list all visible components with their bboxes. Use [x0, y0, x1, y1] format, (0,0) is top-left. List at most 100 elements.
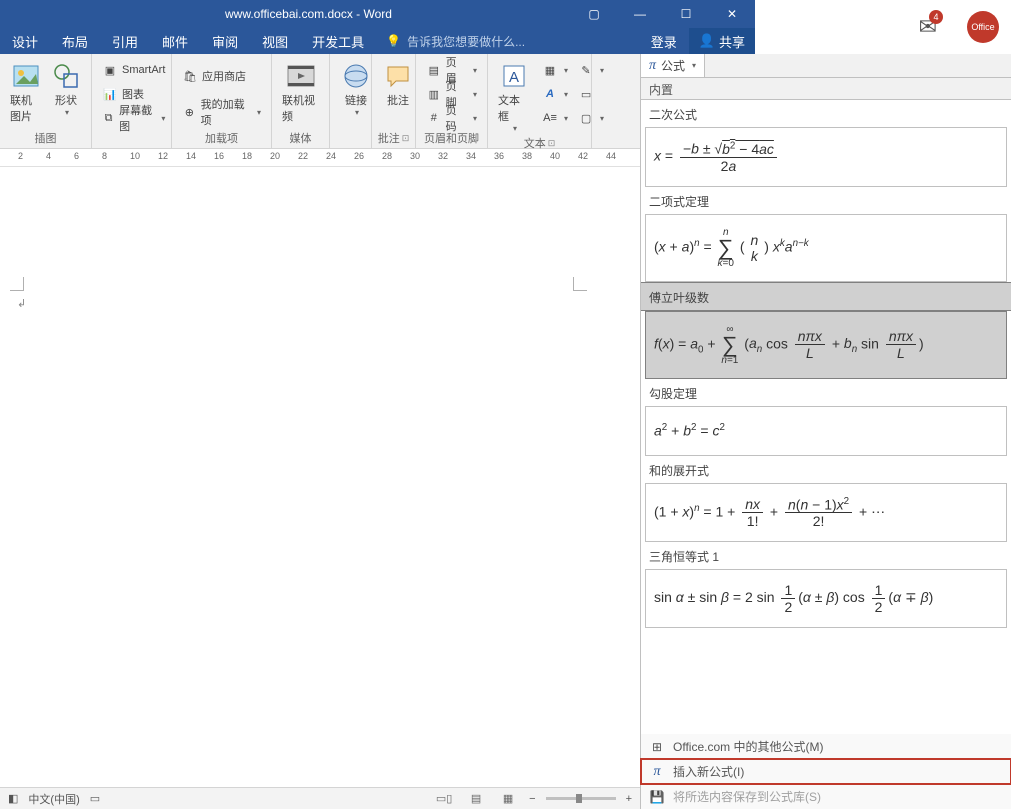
equation-pythag[interactable]: a2 + b2 = c2: [645, 406, 1007, 456]
textbox-button[interactable]: A 文本框▾: [494, 58, 534, 135]
equation-fourier[interactable]: f(x) = a0 + ∞∑n=1 (an cos nπxL + bn sin …: [645, 311, 1007, 379]
ruler-tick: 44: [606, 151, 616, 161]
screenshot-icon: ⧉: [102, 110, 115, 126]
equation-save-selection: 💾 将所选内容保存到公式库(S): [641, 784, 1011, 809]
equation-builtin-header: 内置: [641, 78, 1011, 100]
office-icon: ⊞: [649, 739, 665, 755]
tab-mailings[interactable]: 邮件: [150, 28, 200, 54]
equation-trig[interactable]: sin α ± sin β = 2 sin 12(α ± β) cos 12(α…: [645, 569, 1007, 628]
window-title: www.officebai.com.docx - Word: [46, 7, 571, 21]
ruler-tick: 36: [494, 151, 504, 161]
tab-view[interactable]: 视图: [250, 28, 300, 54]
comment-button[interactable]: 批注: [378, 58, 418, 130]
shapes-button[interactable]: 形状 ▾: [46, 58, 86, 130]
store-button[interactable]: 🛍应用商店: [178, 64, 265, 88]
ruler-tick: 40: [550, 151, 560, 161]
group-media-label: 媒体: [290, 130, 312, 146]
document-canvas[interactable]: ↲: [0, 167, 640, 779]
ruler-tick: 32: [438, 151, 448, 161]
macro-icon[interactable]: ▭: [90, 792, 100, 805]
equation-binomial[interactable]: (x + a)n = n∑k=0 (nk) xkan−k: [645, 214, 1007, 282]
chart-icon: 📊: [102, 86, 118, 102]
chevron-down-icon: ▾: [692, 61, 696, 70]
ruler-tick: 12: [158, 151, 168, 161]
mail-badge: 4: [929, 10, 943, 24]
ruler-tick: 20: [270, 151, 280, 161]
screenshot-button[interactable]: ⧉屏幕截图▾: [98, 106, 169, 130]
zoom-in-button[interactable]: +: [626, 793, 632, 805]
lightbulb-icon: 💡: [386, 34, 401, 48]
ruler-tick: 18: [242, 151, 252, 161]
page-number-button[interactable]: #页码▾: [422, 106, 481, 130]
smartart-icon: ▣: [102, 62, 118, 78]
equation-binomial-label: 二项式定理: [641, 187, 1011, 214]
ruler-tick: 22: [298, 151, 308, 161]
horizontal-ruler[interactable]: 2468101214161820222426283032343638404244: [0, 149, 640, 167]
equation-expand[interactable]: (1 + x)n = 1 + nx1! + n(n − 1)x22! + ⋯: [645, 483, 1007, 543]
tab-developer[interactable]: 开发工具: [300, 28, 376, 54]
group-comments-label: 批注: [378, 130, 400, 146]
paragraph-mark: ↲: [17, 297, 26, 310]
online-pictures-button[interactable]: 联机图片: [6, 58, 46, 130]
group-addins-label: 加载项: [205, 130, 238, 146]
ruler-tick: 14: [186, 151, 196, 161]
share-button[interactable]: 👤 共享: [689, 28, 755, 54]
equation-dropdown-button[interactable]: π 公式 ▾: [641, 54, 705, 77]
online-video-button[interactable]: 联机视频: [278, 58, 323, 130]
signature-button[interactable]: ✎▾: [574, 58, 608, 82]
zoom-out-button[interactable]: −: [529, 793, 535, 805]
mail-notification[interactable]: ✉ 4: [919, 14, 937, 40]
equation-trig-label: 三角恒等式 1: [641, 542, 1011, 569]
close-button[interactable]: ✕: [709, 0, 755, 28]
textbox-icon: A: [498, 60, 530, 92]
ruler-tick: 34: [466, 151, 476, 161]
ruler-tick: 30: [410, 151, 420, 161]
maximize-button[interactable]: ☐: [663, 0, 709, 28]
tell-me-search[interactable]: 💡 告诉我您想要做什么...: [376, 33, 639, 50]
picture-icon: [10, 60, 42, 92]
read-mode-button[interactable]: ▭▯: [433, 791, 455, 807]
equation-insert-new[interactable]: π 插入新公式(I): [641, 759, 1011, 784]
datetime-button[interactable]: ▭: [574, 82, 608, 106]
object-button[interactable]: ▢▾: [574, 106, 608, 130]
web-layout-button[interactable]: ▦: [497, 791, 519, 807]
date-icon: ▭: [578, 86, 594, 102]
my-addins-button[interactable]: ⊕我的加载项▾: [178, 100, 265, 124]
equation-quadratic[interactable]: x = −b ± √b2 − 4ac2a: [645, 127, 1007, 187]
comment-icon: [382, 60, 414, 92]
signature-icon: ✎: [578, 62, 594, 78]
svg-text:A: A: [509, 69, 519, 86]
office-badge[interactable]: Office: [967, 11, 999, 43]
link-icon: [340, 60, 372, 92]
tab-layout[interactable]: 布局: [50, 28, 100, 54]
header-icon: ▤: [426, 62, 442, 78]
links-button[interactable]: 链接▾: [336, 58, 376, 146]
footer-icon: ▥: [426, 86, 442, 102]
wordart-icon: A: [542, 86, 558, 102]
equation-office-more[interactable]: ⊞ Office.com 中的其他公式(M): [641, 734, 1011, 759]
object-icon: ▢: [578, 110, 594, 126]
zoom-slider[interactable]: [546, 797, 616, 800]
ruler-tick: 6: [74, 151, 79, 161]
print-layout-button[interactable]: ▤: [465, 791, 487, 807]
page-corner: [10, 277, 24, 291]
minimize-button[interactable]: —: [617, 0, 663, 28]
wordart-button[interactable]: A▾: [538, 82, 572, 106]
tab-design[interactable]: 设计: [0, 28, 50, 54]
equation-fourier-label: 傅立叶级数: [641, 282, 1011, 311]
smartart-button[interactable]: ▣SmartArt: [98, 58, 169, 82]
section-icon[interactable]: ◧: [8, 792, 18, 805]
ruler-tick: 42: [578, 151, 588, 161]
group-headerfooter-label: 页眉和页脚: [424, 130, 479, 146]
tab-references[interactable]: 引用: [100, 28, 150, 54]
dropcap-button[interactable]: A≡▾: [538, 106, 572, 130]
ribbon-collapse[interactable]: ▢: [571, 7, 617, 21]
quickparts-button[interactable]: ▦▾: [538, 58, 572, 82]
tab-review[interactable]: 审阅: [200, 28, 250, 54]
equation-expand-label: 和的展开式: [641, 456, 1011, 483]
language-status[interactable]: 中文(中国): [28, 791, 79, 807]
video-icon: [285, 60, 317, 92]
pi-icon: π: [649, 58, 656, 74]
page-corner: [573, 277, 587, 291]
login-link[interactable]: 登录: [639, 32, 689, 51]
